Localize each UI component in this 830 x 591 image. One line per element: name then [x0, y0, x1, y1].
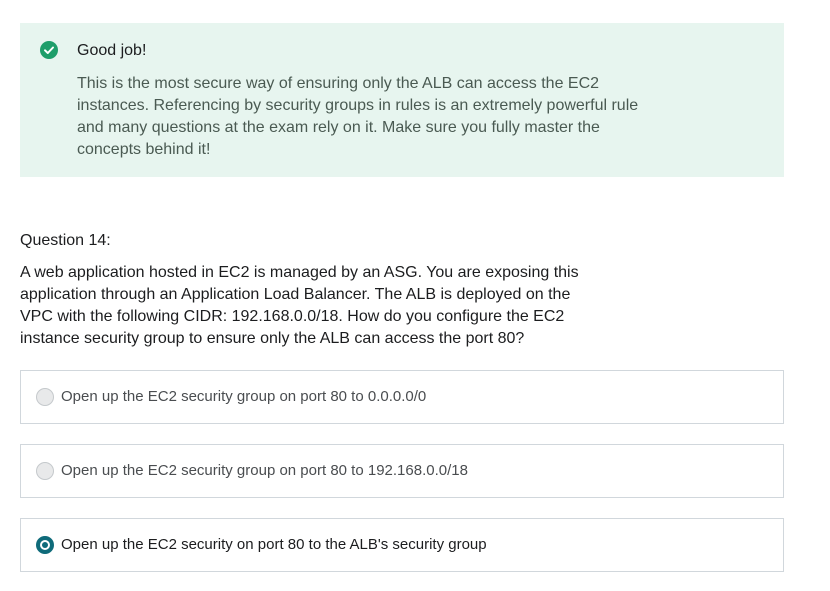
radio-button-icon[interactable] [36, 462, 54, 480]
radio-button-icon[interactable] [36, 388, 54, 406]
answer-option-3[interactable]: Open up the EC2 security on port 80 to t… [20, 518, 784, 572]
question-number: Question 14: [20, 232, 111, 249]
feedback-title: Good job! [77, 42, 147, 59]
feedback-panel: Good job! This is the most secure way of… [20, 23, 784, 177]
answer-option-label: Open up the EC2 security group on port 8… [61, 388, 427, 405]
radio-button-selected-icon[interactable] [36, 536, 54, 554]
feedback-explanation: This is the most secure way of ensuring … [77, 75, 639, 158]
answer-option-label: Open up the EC2 security group on port 8… [61, 462, 468, 479]
answer-option-1[interactable]: Open up the EC2 security group on port 8… [20, 370, 784, 424]
answer-option-label: Open up the EC2 security on port 80 to t… [61, 536, 487, 553]
question-text: A web application hosted in EC2 is manag… [20, 264, 579, 347]
check-circle-icon [40, 41, 58, 59]
answer-option-2[interactable]: Open up the EC2 security group on port 8… [20, 444, 784, 498]
